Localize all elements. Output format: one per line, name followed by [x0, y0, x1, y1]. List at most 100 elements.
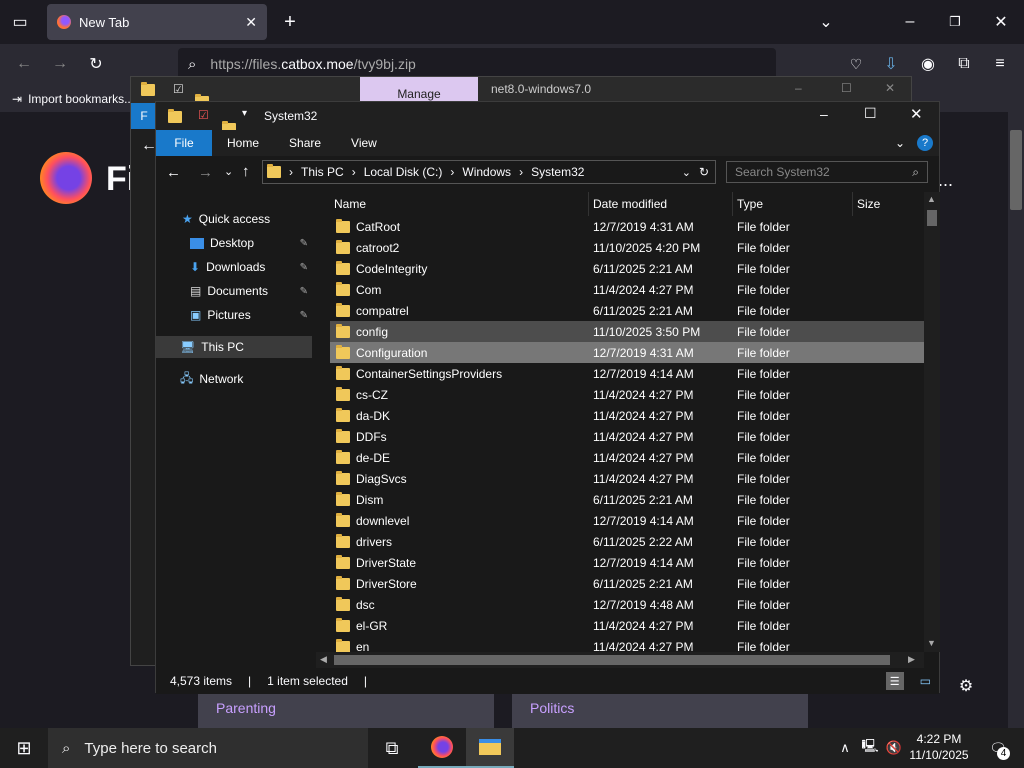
table-row[interactable]: DDFs 11/4/2024 4:27 PM File folder	[330, 426, 924, 447]
details-view-icon[interactable]: ☰	[885, 672, 904, 690]
up-arrow-icon[interactable]: ↑	[242, 163, 250, 180]
back-arrow-icon[interactable]: ←	[12, 52, 36, 76]
col-header-type[interactable]: Type	[733, 192, 853, 216]
new-tab-plus-icon[interactable]: +	[278, 10, 302, 34]
table-row[interactable]: Com 11/4/2024 4:27 PM File folder	[330, 279, 924, 300]
tab-new-tab[interactable]: New Tab ✕	[47, 4, 267, 40]
expand-ribbon-icon[interactable]: ⌄	[889, 130, 911, 156]
maximize-icon[interactable]: ☐	[864, 105, 877, 122]
large-icons-view-icon[interactable]: ▭	[920, 674, 931, 688]
card-politics[interactable]: Politics	[512, 692, 808, 728]
table-row[interactable]: Dism 6/11/2025 2:21 AM File folder	[330, 489, 924, 510]
notification-center-icon[interactable]: 🗨 4	[978, 728, 1018, 768]
nav-documents[interactable]: ▤ Documents ✎	[156, 280, 314, 302]
nav-desktop[interactable]: Desktop ✎	[156, 232, 314, 254]
vertical-scrollbar[interactable]: ▲ ▼	[924, 192, 940, 652]
taskbar-file-explorer[interactable]	[466, 728, 514, 768]
account-icon[interactable]: ◉	[916, 52, 940, 76]
back-file-tab[interactable]: F	[131, 103, 157, 129]
table-row[interactable]: el-GR 11/4/2024 4:27 PM File folder	[330, 615, 924, 636]
table-row[interactable]: DriverStore 6/11/2025 2:21 AM File folder	[330, 573, 924, 594]
table-row[interactable]: drivers 6/11/2025 2:22 AM File folder	[330, 531, 924, 552]
close-window-icon[interactable]: ✕	[989, 10, 1013, 34]
table-row[interactable]: Configuration 12/7/2019 4:31 AM File folde…	[330, 342, 924, 363]
properties-icon[interactable]: ☑	[198, 108, 209, 122]
help-icon[interactable]: ?	[911, 130, 939, 156]
chevron-down-icon[interactable]: ⌄	[814, 10, 838, 34]
nav-downloads[interactable]: ⬇ Downloads ✎	[156, 256, 314, 278]
table-row[interactable]: ContainerSettingsProviders 12/7/2019 4:14…	[330, 363, 924, 384]
extensions-icon[interactable]: ⧉	[952, 52, 976, 76]
maximize-icon[interactable]: ☐	[841, 81, 852, 95]
download-icon[interactable]: ⇩	[879, 52, 903, 76]
menu-hamburger-icon[interactable]: ≡	[988, 52, 1012, 76]
manage-tab[interactable]: Manage	[360, 77, 478, 103]
tab-home[interactable]: Home	[212, 130, 274, 156]
recent-locations-icon[interactable]: ⌄	[224, 165, 233, 178]
table-row[interactable]: DriverState 12/7/2019 4:14 AM File folder	[330, 552, 924, 573]
close-icon[interactable]: ✕	[885, 81, 895, 95]
col-header-size[interactable]: Size	[853, 192, 924, 216]
back-arrow-icon[interactable]: ←	[166, 164, 181, 181]
pocket-icon[interactable]: ♡	[844, 52, 868, 76]
card-parenting[interactable]: Parenting	[198, 692, 494, 728]
table-row[interactable]: dsc 12/7/2019 4:48 AM File folder	[330, 594, 924, 615]
refresh-icon[interactable]: ↻	[699, 165, 709, 179]
gear-icon[interactable]: ⚙	[954, 674, 978, 698]
breadcrumb-windows[interactable]: Windows	[462, 165, 511, 179]
table-row[interactable]: catroot2 11/10/2025 4:20 PM File folder	[330, 237, 924, 258]
nav-pictures[interactable]: ▣ Pictures ✎	[156, 304, 314, 326]
network-status-icon[interactable]: 🖳	[858, 728, 882, 768]
table-row[interactable]: en 11/4/2024 4:27 PM File folder	[330, 636, 924, 652]
page-scrollbar[interactable]	[1008, 112, 1024, 728]
table-row[interactable]: compatrel 6/11/2025 2:21 AM File folder	[330, 300, 924, 321]
taskbar-firefox[interactable]	[418, 728, 466, 768]
tab-view[interactable]: View	[336, 130, 392, 156]
breadcrumb-local-disk[interactable]: Local Disk (C:)	[364, 165, 443, 179]
scroll-thumb[interactable]	[927, 210, 937, 226]
breadcrumb-system32[interactable]: System32	[531, 165, 584, 179]
table-row[interactable]: da-DK 11/4/2024 4:27 PM File folder	[330, 405, 924, 426]
scroll-down-icon[interactable]: ▼	[927, 638, 936, 648]
table-row[interactable]: downlevel 12/7/2019 4:14 AM File folder	[330, 510, 924, 531]
taskbar-search-input[interactable]: ⌕ Type here to search	[48, 728, 368, 768]
table-row[interactable]: config 11/10/2025 3:50 PM File folder	[330, 321, 924, 342]
forward-arrow-icon[interactable]: →	[48, 52, 72, 76]
reload-icon[interactable]: ↻	[84, 52, 108, 76]
nav-this-pc[interactable]: 🖥 This PC	[156, 336, 312, 358]
tab-share[interactable]: Share	[274, 130, 336, 156]
table-row[interactable]: DiagSvcs 11/4/2024 4:27 PM File folder	[330, 468, 924, 489]
minimize-icon[interactable]: –	[898, 10, 922, 34]
table-row[interactable]: cs-CZ 11/4/2024 4:27 PM File folder	[330, 384, 924, 405]
address-bar[interactable]: › This PC › Local Disk (C:) › Windows › …	[262, 160, 716, 184]
import-bookmarks-link[interactable]: Import bookmarks...	[28, 92, 134, 106]
forward-arrow-icon[interactable]: →	[198, 164, 213, 181]
breadcrumb-this-pc[interactable]: This PC	[301, 165, 344, 179]
horizontal-scrollbar[interactable]: ◀ ▶	[316, 652, 924, 668]
minimize-icon[interactable]: –	[795, 81, 802, 95]
hscroll-thumb[interactable]	[334, 655, 890, 665]
tab-file[interactable]: File	[156, 130, 212, 156]
close-tab-icon[interactable]: ✕	[245, 14, 257, 31]
search-input[interactable]: Search System32 ⌕	[726, 161, 928, 183]
restore-icon[interactable]: ❐	[943, 10, 967, 34]
start-windows-icon[interactable]: ⊞	[0, 728, 48, 768]
scroll-left-icon[interactable]: ◀	[320, 654, 327, 665]
more-text[interactable]: ...	[938, 170, 953, 191]
nav-network[interactable]: 🖧 Network	[156, 368, 243, 390]
list-all-tabs-icon[interactable]: ▭	[8, 10, 32, 34]
close-icon[interactable]: ✕	[910, 105, 923, 123]
clock[interactable]: 4:22 PM 11/10/2025	[900, 731, 978, 763]
table-row[interactable]: CodeIntegrity 6/11/2025 2:21 AM File folde…	[330, 258, 924, 279]
customize-qat-icon[interactable]: ▾	[242, 108, 247, 119]
scroll-right-icon[interactable]: ▶	[908, 654, 915, 665]
col-header-name[interactable]: Name	[330, 192, 589, 216]
address-dropdown-icon[interactable]: ⌄	[682, 166, 691, 179]
scroll-up-icon[interactable]: ▲	[927, 194, 936, 204]
table-row[interactable]: de-DE 11/4/2024 4:27 PM File folder	[330, 447, 924, 468]
minimize-icon[interactable]: –	[820, 106, 828, 122]
show-hidden-icons-icon[interactable]: ∧	[830, 728, 860, 768]
col-header-date[interactable]: Date modified	[589, 192, 733, 216]
nav-quick-access[interactable]: ★ Quick access	[156, 208, 270, 230]
table-row[interactable]: CatRoot 12/7/2019 4:31 AM File folder	[330, 216, 924, 237]
